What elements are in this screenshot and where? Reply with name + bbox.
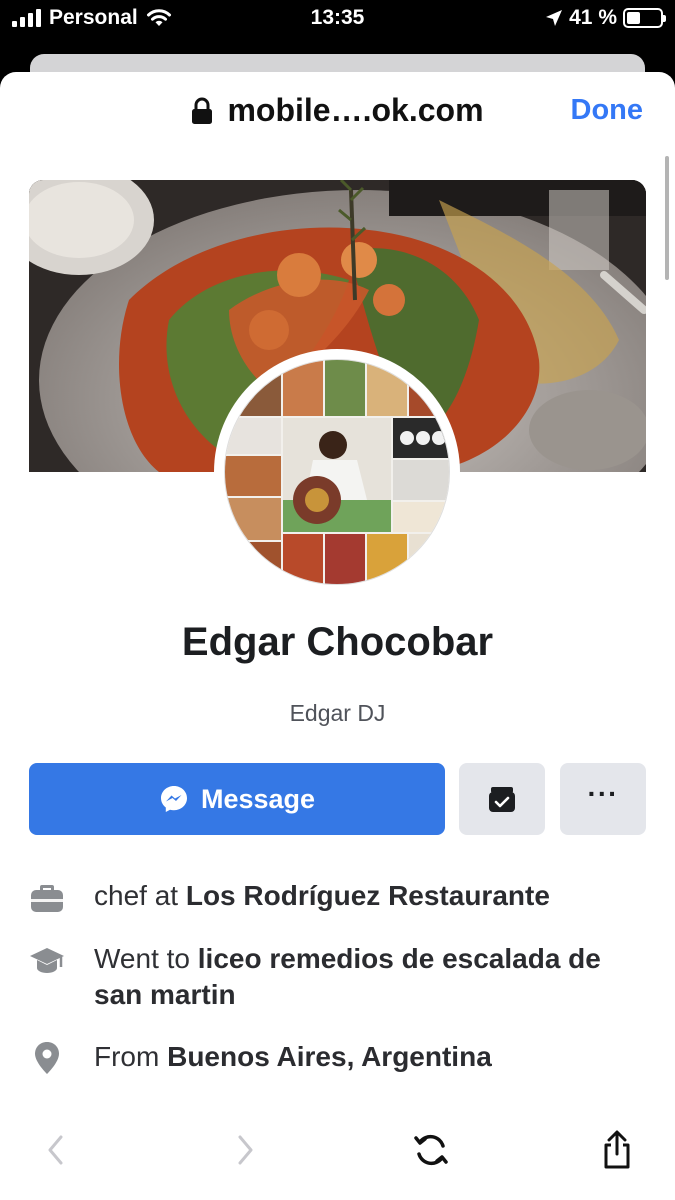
share-button[interactable]: [595, 1128, 639, 1172]
status-bar: Personal 13:35 41 %: [0, 0, 675, 40]
reload-button[interactable]: [409, 1128, 453, 1172]
messenger-icon: [160, 786, 187, 812]
message-button[interactable]: Message: [29, 763, 445, 835]
intro-section: chef at Los Rodríguez Restaurante Went t…: [29, 878, 646, 1102]
save-bookmark-icon: [489, 787, 515, 812]
work-place-link[interactable]: Los Rodríguez Restaurante: [186, 880, 550, 911]
status-bar-right: 41 %: [545, 6, 666, 30]
briefcase-icon: [31, 885, 63, 912]
graduation-cap-icon: [30, 948, 64, 973]
profile-name: Edgar Chocobar: [181, 620, 494, 664]
scroll-indicator[interactable]: [665, 156, 669, 280]
message-button-label: Message: [200, 783, 316, 814]
more-options-button[interactable]: ···: [560, 763, 646, 835]
hometown-link[interactable]: Buenos Aires, Argentina: [167, 1041, 492, 1072]
intro-work: chef at Los Rodríguez Restaurante: [29, 878, 646, 915]
reload-icon: [414, 1134, 448, 1166]
lock-icon: [192, 97, 213, 124]
done-button[interactable]: Done: [571, 94, 644, 127]
battery-icon: [623, 8, 666, 28]
battery-level: [627, 12, 641, 24]
chevron-left-icon: [48, 1135, 63, 1165]
profile-nickname: Edgar DJ: [289, 700, 386, 726]
profile-picture-frame[interactable]: [214, 349, 460, 595]
battery-percent: 41 %: [569, 6, 617, 29]
save-button[interactable]: [459, 763, 545, 835]
profile-actions: Message ···: [29, 763, 646, 835]
browser-sheet: mobile….ok.com Done Edgar Chocobar Edgar…: [0, 72, 675, 1200]
work-prefix: chef at: [94, 880, 186, 911]
browser-toolbar: [0, 1114, 675, 1184]
intro-hometown: From Buenos Aires, Argentina: [29, 1039, 646, 1076]
url-bar: mobile….ok.com Done: [0, 72, 675, 152]
url-text: mobile….ok.com: [227, 92, 484, 128]
forward-button[interactable]: [223, 1128, 267, 1172]
profile-picture[interactable]: [224, 359, 450, 585]
hometown-prefix: From: [94, 1041, 168, 1072]
location-pin-icon: [35, 1042, 59, 1074]
back-button[interactable]: [34, 1128, 78, 1172]
intro-education: Went to liceo remedios de escalada de sa…: [29, 941, 646, 1013]
chevron-right-icon: [238, 1135, 253, 1165]
more-dots-icon: ···: [587, 778, 619, 809]
education-prefix: Went to: [94, 943, 198, 974]
location-arrow-icon: [546, 10, 563, 26]
share-icon: [604, 1130, 630, 1169]
